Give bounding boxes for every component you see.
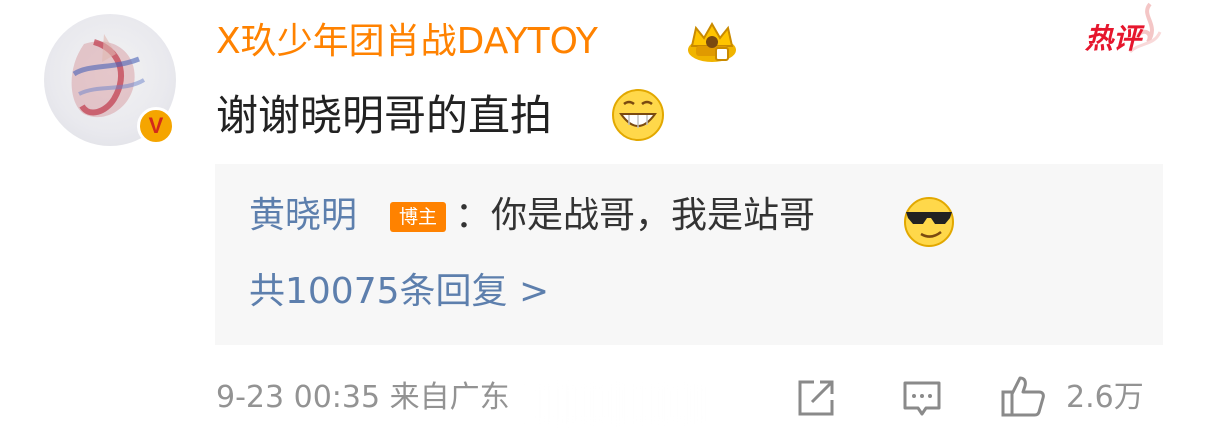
grin-emoji-icon [612, 89, 664, 141]
comment-icon[interactable] [902, 380, 942, 418]
blogger-badge: 博主 [390, 202, 446, 232]
comment-username[interactable]: X玖少年团肖战DAYTOY [216, 20, 598, 64]
share-icon[interactable] [796, 378, 836, 418]
comment-text: 谢谢晓明哥的直拍 [216, 91, 553, 140]
sunglasses-emoji-icon [904, 197, 954, 247]
reply-text: ：你是战哥，我是站哥 [455, 195, 816, 236]
reply-count-link[interactable]: 共10075条回复 > [249, 268, 549, 316]
reply-preview[interactable]: 黄晓明 博主 ：你是战哥，我是站哥 共10075条回复 > [215, 164, 1163, 345]
crown-badge-icon [688, 21, 736, 62]
hot-comment-label: 热评 [1085, 22, 1142, 55]
comment-meta: 9-23 00:35 来自广东 [216, 380, 510, 415]
verified-v-icon: V [148, 112, 164, 138]
thumbs-up-icon[interactable] [1000, 374, 1046, 418]
reply-author-name[interactable]: 黄晓明 [249, 192, 357, 240]
like-count: 2.6万 [1066, 380, 1144, 415]
blur-overlay [528, 384, 708, 424]
verified-badge: V [137, 107, 175, 145]
